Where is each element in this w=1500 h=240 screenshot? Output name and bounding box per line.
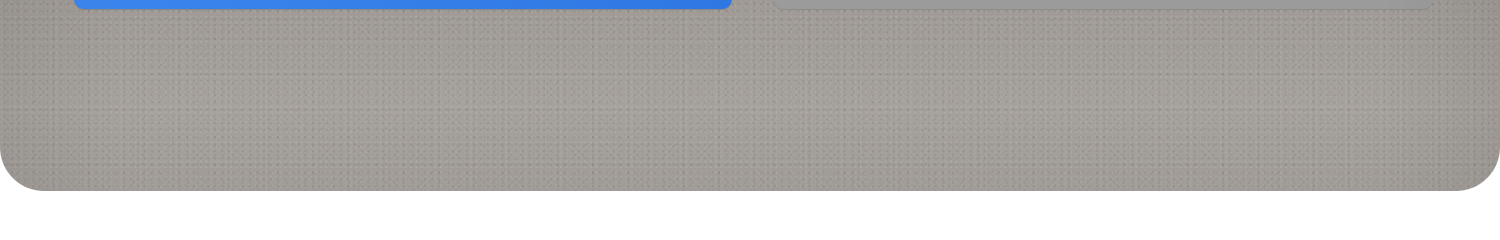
secondary-action-button[interactable] [773, 0, 1433, 9]
bottom-panel [0, 0, 1500, 191]
primary-action-button[interactable] [74, 0, 732, 9]
